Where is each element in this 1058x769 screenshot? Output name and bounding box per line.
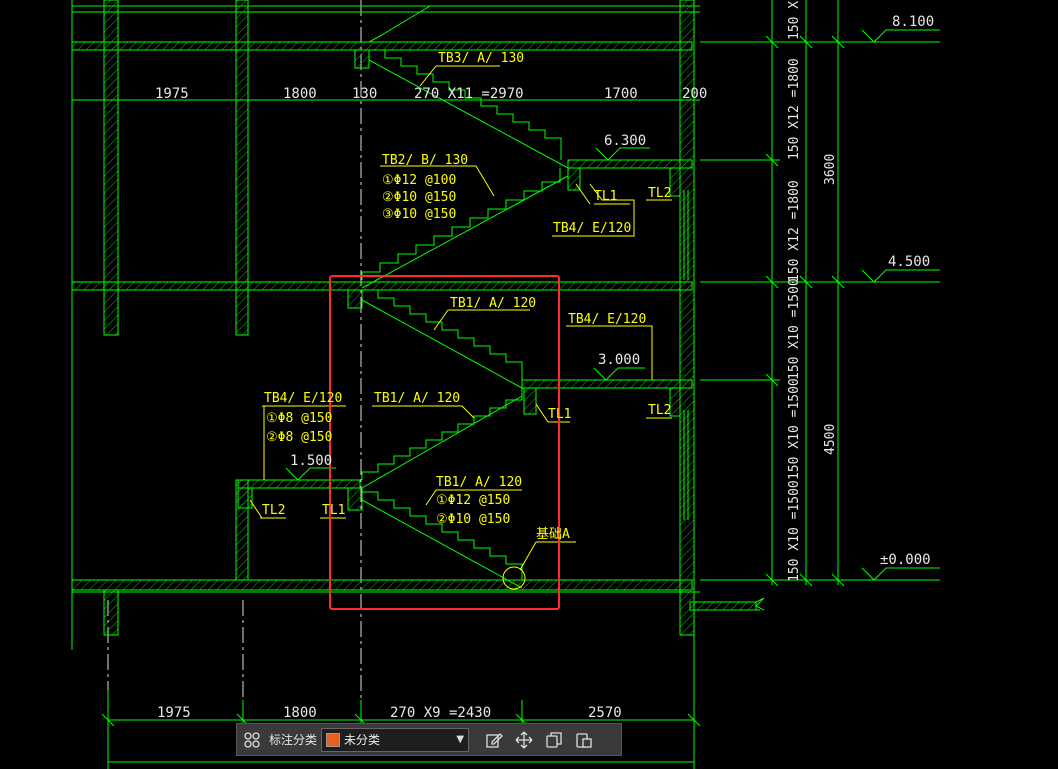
highlight-box[interactable] [329,275,560,610]
elevation-markers [285,29,940,581]
label-tb4-mid: TB4/ E/120 [568,312,646,327]
landing-3000: 3.000 [598,352,640,368]
elevation-4500: 4.500 [888,254,930,270]
dim-vert-0: 150 X12 =1800 [787,58,802,160]
label-tb4-upper: TB4/ E/120 [553,221,631,236]
category-selected: 未分类 [344,733,381,747]
tb4-left-rebar-2: ②Φ8 @150 [266,430,332,445]
floor-slabs [71,41,757,611]
dim-top-1700: 1700 [604,86,638,102]
chevron-down-icon: ▼ [456,734,465,745]
beam-tl2-mid: TL2 [648,403,671,418]
dim-top-run: 270 X11 =2970 [414,86,524,102]
dim-top-200: 200 [682,86,707,102]
ground [72,591,765,611]
beam-tl1-left: TL1 [322,503,345,518]
tb2-rebar-3: ③Φ10 @150 [382,207,456,222]
landing-1500: 1.500 [290,453,332,469]
beam-tl1-upper: TL1 [594,189,617,204]
grid-icon[interactable] [237,725,267,755]
beam-tl1-mid: TL1 [548,407,571,422]
label-tb3: TB3/ A/ 130 [438,51,524,66]
dim-top-1975: 1975 [155,86,189,102]
tb4-left-rebar-1: ①Φ8 @150 [266,411,332,426]
dim-bottom-2570: 2570 [588,705,622,721]
dim-top-130: 130 [352,86,377,102]
label-tb1-upper: TB1/ A/ 120 [450,296,536,311]
tb1-rebar-1: ①Φ12 @150 [436,493,510,508]
edit-icon[interactable] [479,725,509,755]
dim-storey-4500: 4500 [823,424,838,455]
dim-top-1800: 1800 [283,86,317,102]
tb2-rebar-2: ②Φ10 @150 [382,190,456,205]
cad-drawing: 1975 1800 130 270 X11 =2970 1700 200 197… [71,0,940,769]
label-tb1-mid: TB1/ A/ 120 [374,391,460,406]
color-swatch [326,732,341,747]
vertical-dim-lines [700,0,940,587]
dim-vert-5: 150 X10 [787,0,802,40]
copy-icon[interactable] [539,725,569,755]
dim-bottom-1975: 1975 [157,705,191,721]
tb1-rebar-2: ②Φ10 @150 [436,512,510,527]
dim-bottom-run: 270 X9 =2430 [390,705,491,721]
toolbar-label: 标注分类 [269,733,318,747]
axis-lines [107,0,362,715]
dim-vert-4: 150 X10 =1500 [787,480,802,582]
label-tb1-lower: TB1/ A/ 120 [436,475,522,490]
paste-icon[interactable] [569,725,599,755]
elevation-8100: 8.100 [892,14,934,30]
elevation-0000: ±0.000 [880,552,931,568]
category-select[interactable]: 未分类 ▼ [321,727,470,752]
label-tb2: TB2/ B/ 130 [382,153,468,168]
annotation-toolbar: 标注分类 未分类 ▼ [236,723,622,756]
move-icon[interactable] [509,725,539,755]
dim-vert-3: 150 X10 =1500 [787,378,802,480]
label-tb4-left: TB4/ E/120 [264,391,342,406]
beam-tl2-upper: TL2 [648,186,671,201]
label-foundation: 基础A [536,527,570,542]
dim-storey-3600: 3600 [823,154,838,185]
beam-tl2-left: TL2 [262,503,285,518]
dim-vert-1: 150 X12 =1800 [787,180,802,282]
dim-vert-2: 150 X10 =1500 [787,278,802,380]
tb2-rebar-1: ①Φ12 @100 [382,173,456,188]
dim-bottom-1800: 1800 [283,705,317,721]
landing-6300: 6.300 [604,133,646,149]
